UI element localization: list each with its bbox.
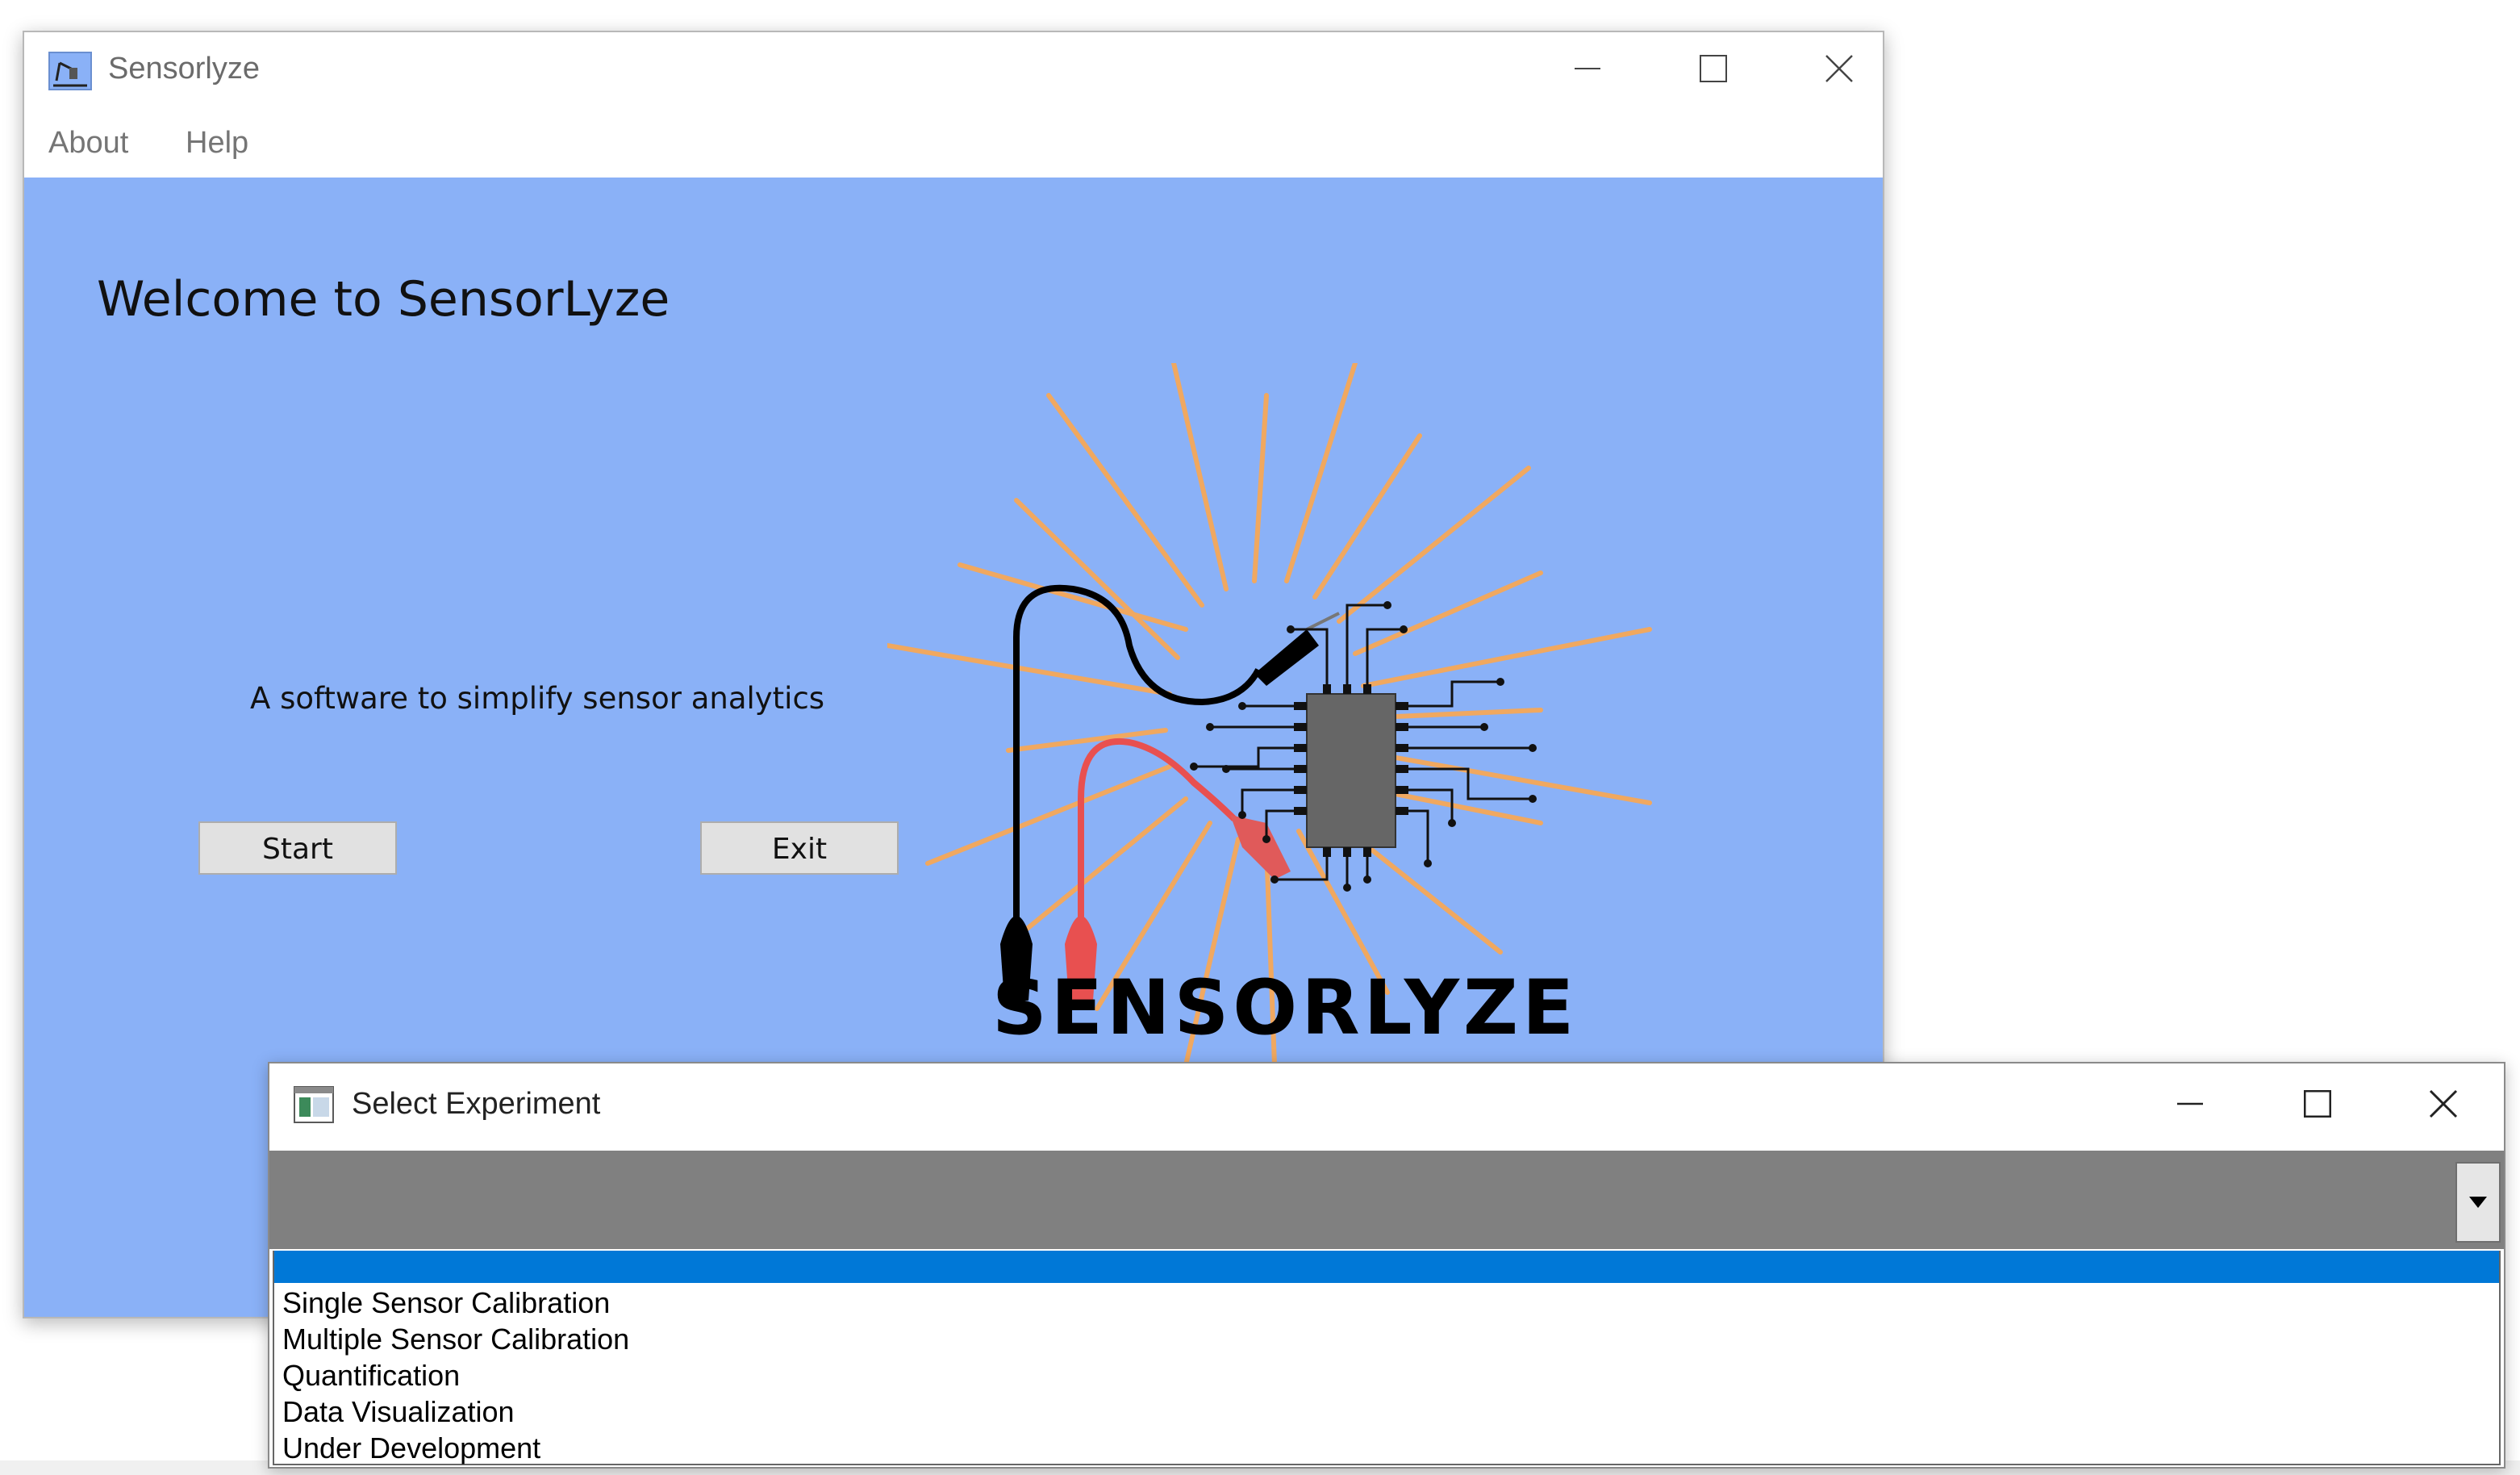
minimize-icon (1575, 68, 1600, 69)
menubar: About Help (24, 105, 1883, 178)
maximize-icon (1700, 55, 1727, 82)
experiment-combobox[interactable] (269, 1151, 2504, 1249)
exit-button[interactable]: Exit (700, 821, 899, 875)
dialog-titlebar[interactable]: Select Experiment (269, 1063, 2504, 1151)
tagline: A software to simplify sensor analytics (250, 681, 825, 716)
welcome-heading: Welcome to SensorLyze (97, 271, 670, 328)
combobox-dropdown-button[interactable] (2455, 1162, 2501, 1243)
experiment-dropdown-list: Single Sensor Calibration Multiple Senso… (273, 1251, 2501, 1465)
option-data-visualization[interactable]: Data Visualization (282, 1394, 515, 1430)
close-icon (1825, 55, 1853, 82)
window-title: Sensorlyze (108, 52, 260, 86)
option-under-development[interactable]: Under Development (282, 1430, 540, 1466)
dialog-icon (294, 1086, 334, 1123)
menu-about[interactable]: About (48, 105, 128, 178)
option-quantification[interactable]: Quantification (282, 1357, 460, 1394)
minimize-button[interactable] (1525, 32, 1650, 105)
close-button[interactable] (1776, 32, 1902, 105)
option-multiple-sensor-calibration[interactable]: Multiple Sensor Calibration (282, 1321, 629, 1357)
maximize-button[interactable] (1650, 32, 1776, 105)
dialog-title: Select Experiment (352, 1087, 601, 1121)
dropdown-arrow-icon (2469, 1197, 2487, 1208)
dialog-maximize-button[interactable] (2254, 1063, 2381, 1144)
start-button[interactable]: Start (198, 821, 397, 875)
close-icon (2429, 1089, 2458, 1118)
logo-wordmark: SENSORLYZE (992, 964, 1579, 1052)
app-icon (48, 52, 92, 90)
maximize-icon (2304, 1090, 2331, 1118)
main-titlebar[interactable]: Sensorlyze (24, 32, 1883, 105)
menu-help[interactable]: Help (186, 105, 248, 178)
minimize-icon (2177, 1102, 2203, 1105)
select-experiment-dialog: Select Experiment Single Sensor Calibrat… (268, 1062, 2505, 1469)
dialog-close-button[interactable] (2380, 1063, 2507, 1144)
dropdown-selected-empty-item[interactable] (274, 1251, 2499, 1283)
dialog-minimize-button[interactable] (2126, 1063, 2254, 1144)
option-single-sensor-calibration[interactable]: Single Sensor Calibration (282, 1285, 610, 1321)
